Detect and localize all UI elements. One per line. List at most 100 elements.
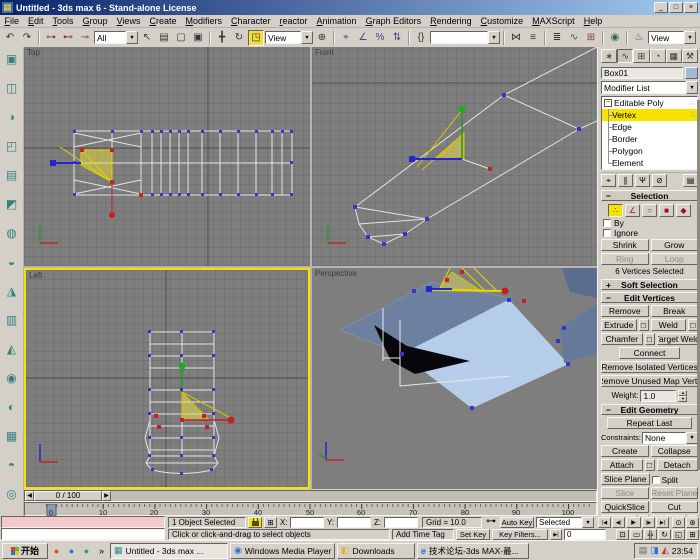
selection-lock-button[interactable] <box>248 517 262 528</box>
tray-display-icon[interactable]: ◨ <box>650 545 659 556</box>
time-next-icon[interactable]: ▶ <box>102 491 111 501</box>
menu-file[interactable]: File <box>0 15 24 27</box>
repeat-last-button[interactable]: Repeat Last <box>607 417 692 429</box>
extrude-button[interactable]: Extrude <box>601 319 637 331</box>
align-icon[interactable]: ≡ <box>525 30 541 46</box>
make-unique-icon[interactable]: Ψ <box>635 174 650 187</box>
auto-key-button[interactable]: Auto Key <box>500 517 534 528</box>
rollout-soft-selection[interactable]: + Soft Selection <box>601 279 698 290</box>
select-and-scale-icon[interactable]: ◳ <box>248 30 264 46</box>
menu-create[interactable]: Create <box>145 15 181 27</box>
object-color-swatch[interactable] <box>685 67 698 79</box>
app-icon[interactable]: ▦ <box>2 2 13 13</box>
connect-button[interactable]: Connect <box>619 347 680 359</box>
time-slider-track[interactable]: ◀ 0 / 100 ▶ <box>24 490 597 502</box>
stack-row-editable-poly[interactable]: − Editable Poly ∴ <box>602 97 697 109</box>
by-vertex-checkbox[interactable] <box>603 219 611 227</box>
rollout-edit-geometry[interactable]: − Edit Geometry <box>601 404 698 415</box>
rectangular-selection-region-icon[interactable]: ▢ <box>173 30 189 46</box>
remove-modifier-icon[interactable]: ⊘ <box>652 174 667 187</box>
menu-views[interactable]: Views <box>112 15 145 27</box>
menu-customize[interactable]: Customize <box>476 15 528 27</box>
viewport-label-top[interactable]: Top <box>27 48 40 57</box>
stack-row-polygon[interactable]: Polygon <box>602 145 697 157</box>
split-checkbox[interactable] <box>652 476 660 484</box>
tab-panel-icon-13[interactable]: ▦ <box>2 426 22 446</box>
render-scene-icon[interactable]: ♨ <box>631 30 647 46</box>
pan-view-button[interactable]: ╬ <box>644 529 657 540</box>
window-crossing-icon[interactable]: ▣ <box>190 30 206 46</box>
snap-toggle-icon[interactable]: ⌖ <box>338 30 354 46</box>
named-selection-dropdown[interactable]: ▼ <box>430 31 500 44</box>
stack-row-border[interactable]: Border <box>602 133 697 145</box>
vertex-mode-icon[interactable]: ∴ <box>608 204 623 217</box>
tab-panel-icon-compounds[interactable]: ◑ <box>2 107 22 127</box>
remove-unused-map-verts-button[interactable]: Remove Unused Map Verts <box>601 375 698 387</box>
schematic-view-icon[interactable]: ⊞ <box>583 30 599 46</box>
tray-volume-icon[interactable]: ◭ <box>662 545 669 556</box>
ignore-backfacing-checkbox[interactable] <box>603 229 611 237</box>
time-slider-thumb[interactable]: 0 / 100 <box>34 491 102 501</box>
goto-end-button[interactable]: ▶| <box>656 517 669 528</box>
viewport-label-front[interactable]: Front <box>315 48 334 57</box>
rollout-edit-vertices[interactable]: − Edit Vertices <box>601 292 698 303</box>
select-and-move-icon[interactable]: ╋ <box>214 30 230 46</box>
tab-create-icon[interactable]: ∗ <box>601 49 617 63</box>
weld-button[interactable]: Weld <box>651 319 687 331</box>
arc-rotate-button[interactable]: ↻ <box>658 529 671 540</box>
zoom-extents-button[interactable]: ⊡ <box>616 529 629 540</box>
goto-start-button[interactable]: |◀ <box>598 517 611 528</box>
next-frame-button[interactable]: |▶ <box>642 517 655 528</box>
use-pivot-center-icon[interactable]: ⊕ <box>314 30 330 46</box>
reference-coordinate-dropdown[interactable]: View ▼ <box>265 31 313 44</box>
break-button[interactable]: Break <box>651 305 699 317</box>
tab-panel-icon-cameras[interactable]: ▤ <box>2 165 22 185</box>
quicklaunch-icon-2[interactable]: ● <box>65 544 78 557</box>
tab-hierarchy-icon[interactable]: ⊞ <box>633 49 649 63</box>
spinner-snap-icon[interactable]: ⇅ <box>389 30 405 46</box>
angle-snap-icon[interactable]: ∠ <box>355 30 371 46</box>
taskbar-task-downloads[interactable]: ◧ Downloads <box>337 543 415 559</box>
spin-down-icon[interactable]: ▾ <box>678 396 687 402</box>
absolute-mode-toggle-button[interactable]: ⊞ <box>264 517 277 528</box>
maxscript-listener-input[interactable] <box>1 528 165 540</box>
taskbar-task-forum[interactable]: e 技术论坛-3ds MAX-最... <box>417 543 529 559</box>
cut-button[interactable]: Cut <box>651 501 699 513</box>
tray-printer-icon[interactable]: ▤ <box>639 545 648 556</box>
taskbar-task-media-player[interactable]: ◉ Windows Media Player <box>230 543 335 559</box>
zoom-viewport-button[interactable]: ⊙ <box>672 517 685 528</box>
quicklaunch-chevron-icon[interactable]: » <box>95 544 108 557</box>
z-coordinate-field[interactable] <box>384 517 418 528</box>
polygon-mode-icon[interactable]: ■ <box>659 204 674 217</box>
menu-animation[interactable]: Animation <box>312 15 361 27</box>
keying-target-dropdown[interactable]: Selected ▼ <box>536 517 594 528</box>
tab-panel-icon-shapes[interactable]: ◫ <box>2 78 22 98</box>
menu-group[interactable]: Group <box>78 15 112 27</box>
quickslice-button[interactable]: QuickSlice <box>601 501 649 513</box>
pin-stack-icon[interactable]: ⌖ <box>601 174 616 187</box>
tab-panel-icon-lights[interactable]: ◰ <box>2 136 22 156</box>
attach-settings-button[interactable]: □ <box>645 459 655 471</box>
shrink-button[interactable]: Shrink <box>601 239 649 251</box>
selection-filter-dropdown[interactable]: All ▼ <box>94 31 138 44</box>
menu-character[interactable]: Character <box>226 15 275 27</box>
object-name-field[interactable]: Box01 <box>601 67 683 79</box>
mirror-icon[interactable]: ⋈ <box>508 30 524 46</box>
curve-editor-icon[interactable]: ∿ <box>566 30 582 46</box>
redo-icon[interactable]: ↷ <box>19 30 35 46</box>
menu-reactor[interactable]: reactor <box>275 15 312 27</box>
attach-button[interactable]: Attach <box>601 459 643 471</box>
configure-modifier-sets-icon[interactable]: ▤ <box>683 174 698 187</box>
edge-mode-icon[interactable]: ∠ <box>625 204 640 217</box>
set-key-button[interactable]: Set Key <box>456 529 490 540</box>
zoom-extents-all-button[interactable]: ⊞ <box>686 529 699 540</box>
weight-field[interactable]: 1.0 <box>640 390 676 402</box>
zoom-region-button[interactable]: ▭ <box>630 529 643 540</box>
modifier-list-dropdown[interactable]: Modifier List ▼ <box>601 81 698 94</box>
weight-spinner[interactable]: ▴ ▾ <box>678 390 687 402</box>
menu-maxscript[interactable]: MAXScript <box>528 15 580 27</box>
tab-modify-icon[interactable]: ∿ <box>617 49 633 63</box>
viewport-label-left[interactable]: Left <box>29 271 42 280</box>
tab-panel-icon-14[interactable]: ◓ <box>2 455 22 475</box>
maximize-button[interactable]: □ <box>669 2 683 13</box>
